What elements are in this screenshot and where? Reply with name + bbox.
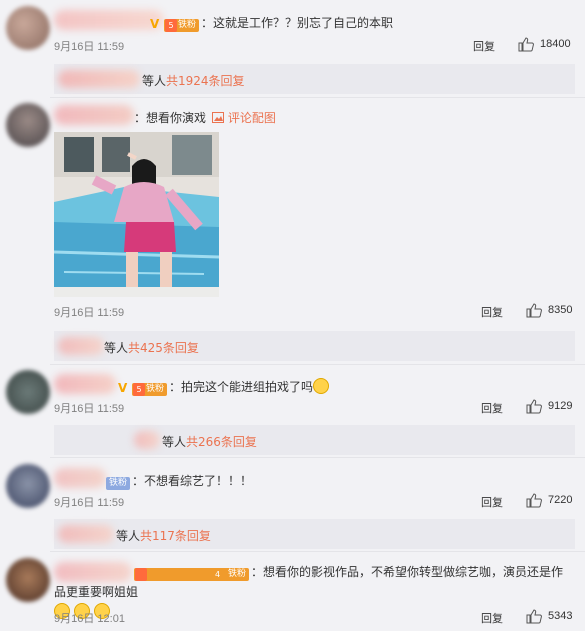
avatar[interactable]	[6, 558, 50, 602]
thumbs-up-icon	[526, 399, 542, 414]
fan-badge: 铁粉	[106, 477, 131, 490]
comment-4: 铁粉 ：不想看综艺了！！！ 9月16日 11:59 回复 7220 等人共117条…	[0, 458, 585, 554]
reply-button[interactable]: 回复	[473, 38, 495, 54]
reply-preview-bar[interactable]: 等人共1924条回复	[54, 64, 575, 94]
comment-time: 9月16日 12:01	[54, 613, 125, 625]
reply-preview-bar[interactable]: 等人共425条回复	[54, 331, 575, 361]
comment-time: 9月16日 11:59	[54, 497, 125, 509]
like-button[interactable]: 18400	[518, 37, 578, 52]
like-button[interactable]: 8350	[526, 303, 578, 318]
username-blurred[interactable]	[54, 374, 116, 394]
avatar[interactable]	[6, 464, 50, 508]
reply-button[interactable]: 回复	[481, 610, 503, 626]
reply-users-blurred	[134, 431, 160, 449]
thumbs-up-icon	[526, 303, 542, 318]
reply-summary[interactable]: 等人共1924条回复	[142, 72, 245, 89]
comment-text: V 5 铁粉 ：这就是工作？？别忘了自己的本职	[150, 16, 394, 32]
comment-3: V 5 铁粉 ：拍完这个能进组拍戏了吗 9月16日 11:59 回复 9129 等人共…	[0, 364, 585, 460]
reply-summary[interactable]: 等人共266条回复	[162, 433, 257, 450]
comment-time: 9月16日 11:59	[54, 307, 125, 319]
thumbs-up-icon	[526, 493, 542, 508]
image-icon	[212, 112, 224, 123]
comment-1: V 5 铁粉 ：这就是工作？？别忘了自己的本职 9月16日 11:59 回复 1840…	[0, 0, 585, 100]
like-button[interactable]: 7220	[526, 493, 578, 508]
comment-text: 铁粉 ：不想看综艺了！！！	[106, 472, 252, 490]
comment-2-footer: 9月16日 11:59 回复 8350 等人共425条回复	[0, 300, 585, 370]
comment-time: 9月16日 11:59	[54, 403, 125, 415]
avatar[interactable]	[6, 6, 50, 50]
thumbs-up-icon	[526, 609, 542, 624]
reply-preview-bar[interactable]: 等人共266条回复	[54, 425, 575, 455]
reply-preview-bar[interactable]: 等人共117条回复	[54, 519, 575, 549]
reply-users-blurred	[58, 525, 114, 543]
comment-text: V 5 铁粉 ：拍完这个能进组拍戏了吗	[118, 378, 330, 396]
reply-users-blurred	[58, 70, 140, 88]
avatar[interactable]	[6, 103, 50, 147]
fan-badge: 4 铁粉	[134, 568, 250, 581]
verified-v-icon: V	[118, 381, 128, 395]
comment-text: ：想看你演戏	[134, 111, 207, 125]
reply-button[interactable]: 回复	[481, 304, 503, 320]
reply-button[interactable]: 回复	[481, 400, 503, 416]
username-blurred[interactable]	[54, 105, 134, 125]
like-button[interactable]: 9129	[526, 399, 578, 414]
comment-5: 4 铁粉 ：想看你的影视作品，不希望你转型做综艺咖，演员还是作品更重要啊姐姐 9月1…	[0, 552, 585, 631]
reply-button[interactable]: 回复	[481, 494, 503, 510]
smile-emoji-icon	[313, 378, 330, 394]
fan-badge: 5 铁粉	[164, 19, 200, 32]
like-button[interactable]: 5343	[526, 609, 578, 624]
reply-users-blurred	[58, 337, 104, 355]
reply-summary[interactable]: 等人共117条回复	[116, 527, 211, 544]
comment-time: 9月16日 11:59	[54, 41, 125, 53]
comment-photo[interactable]	[54, 132, 219, 297]
verified-v-icon: V	[150, 17, 160, 31]
thumbs-up-icon	[518, 37, 534, 52]
avatar[interactable]	[6, 370, 50, 414]
reply-summary[interactable]: 等人共425条回复	[104, 339, 199, 356]
username-blurred[interactable]	[54, 10, 164, 30]
fan-badge: 5 铁粉	[132, 383, 168, 396]
image-comment-link[interactable]: 评论配图	[212, 109, 276, 126]
username-blurred[interactable]	[54, 468, 106, 488]
pool-photo	[54, 132, 219, 297]
